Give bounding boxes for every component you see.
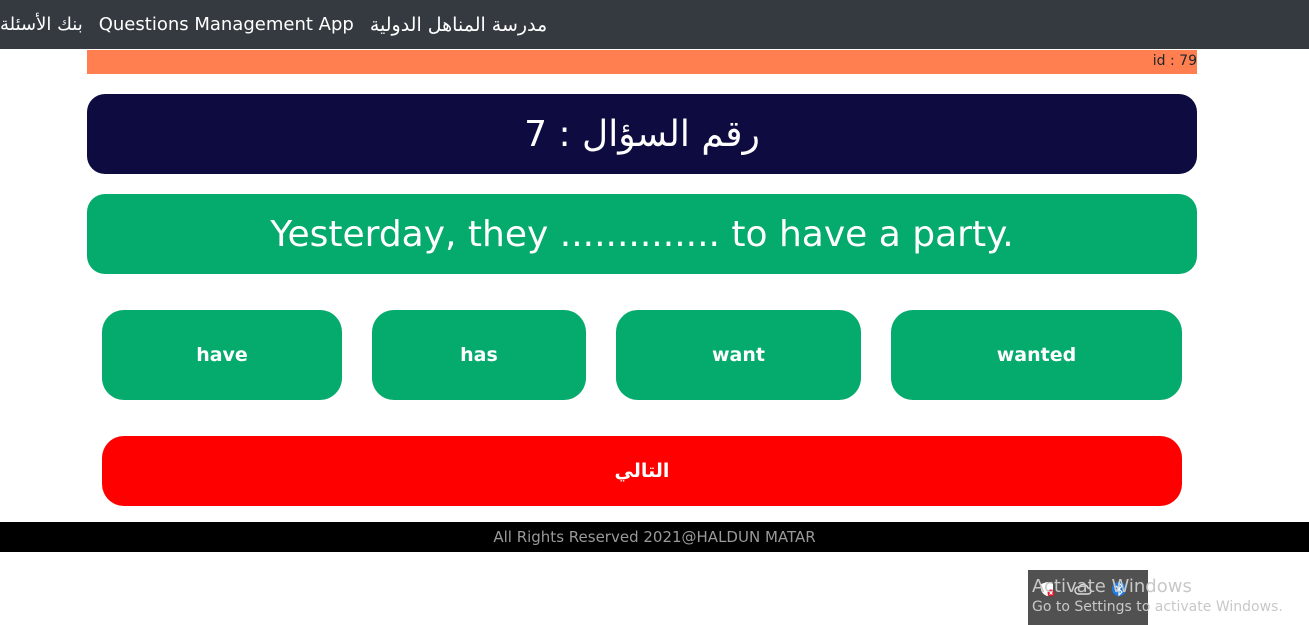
question-number-banner: رقم السؤال : 7 xyxy=(87,94,1197,174)
option-button-3[interactable]: want xyxy=(616,310,861,400)
question-id: id : 79 xyxy=(1152,53,1197,69)
school-brand[interactable]: مدرسة المناهل الدولية xyxy=(370,14,547,36)
option-button-1[interactable]: have xyxy=(102,310,342,400)
option-button-2[interactable]: has xyxy=(372,310,586,400)
question-bank-link[interactable]: بنك الأسئلة xyxy=(0,14,83,35)
activate-windows-watermark: Activate Windows Go to Settings to activ… xyxy=(1032,576,1283,615)
question-text: Yesterday, they .............. to have a… xyxy=(87,194,1197,274)
app-link[interactable]: Questions Management App xyxy=(99,14,354,35)
activate-subtitle: Go to Settings to activate Windows. xyxy=(1032,599,1283,615)
option-button-4[interactable]: wanted xyxy=(891,310,1182,400)
footer: All Rights Reserved 2021@HALDUN MATAR xyxy=(0,522,1309,552)
next-button[interactable]: التالي xyxy=(102,436,1182,506)
id-bar: id : 79 xyxy=(87,50,1197,74)
top-navbar: مدرسة المناهل الدولية Questions Manageme… xyxy=(0,0,1309,49)
activate-title: Activate Windows xyxy=(1032,576,1192,597)
